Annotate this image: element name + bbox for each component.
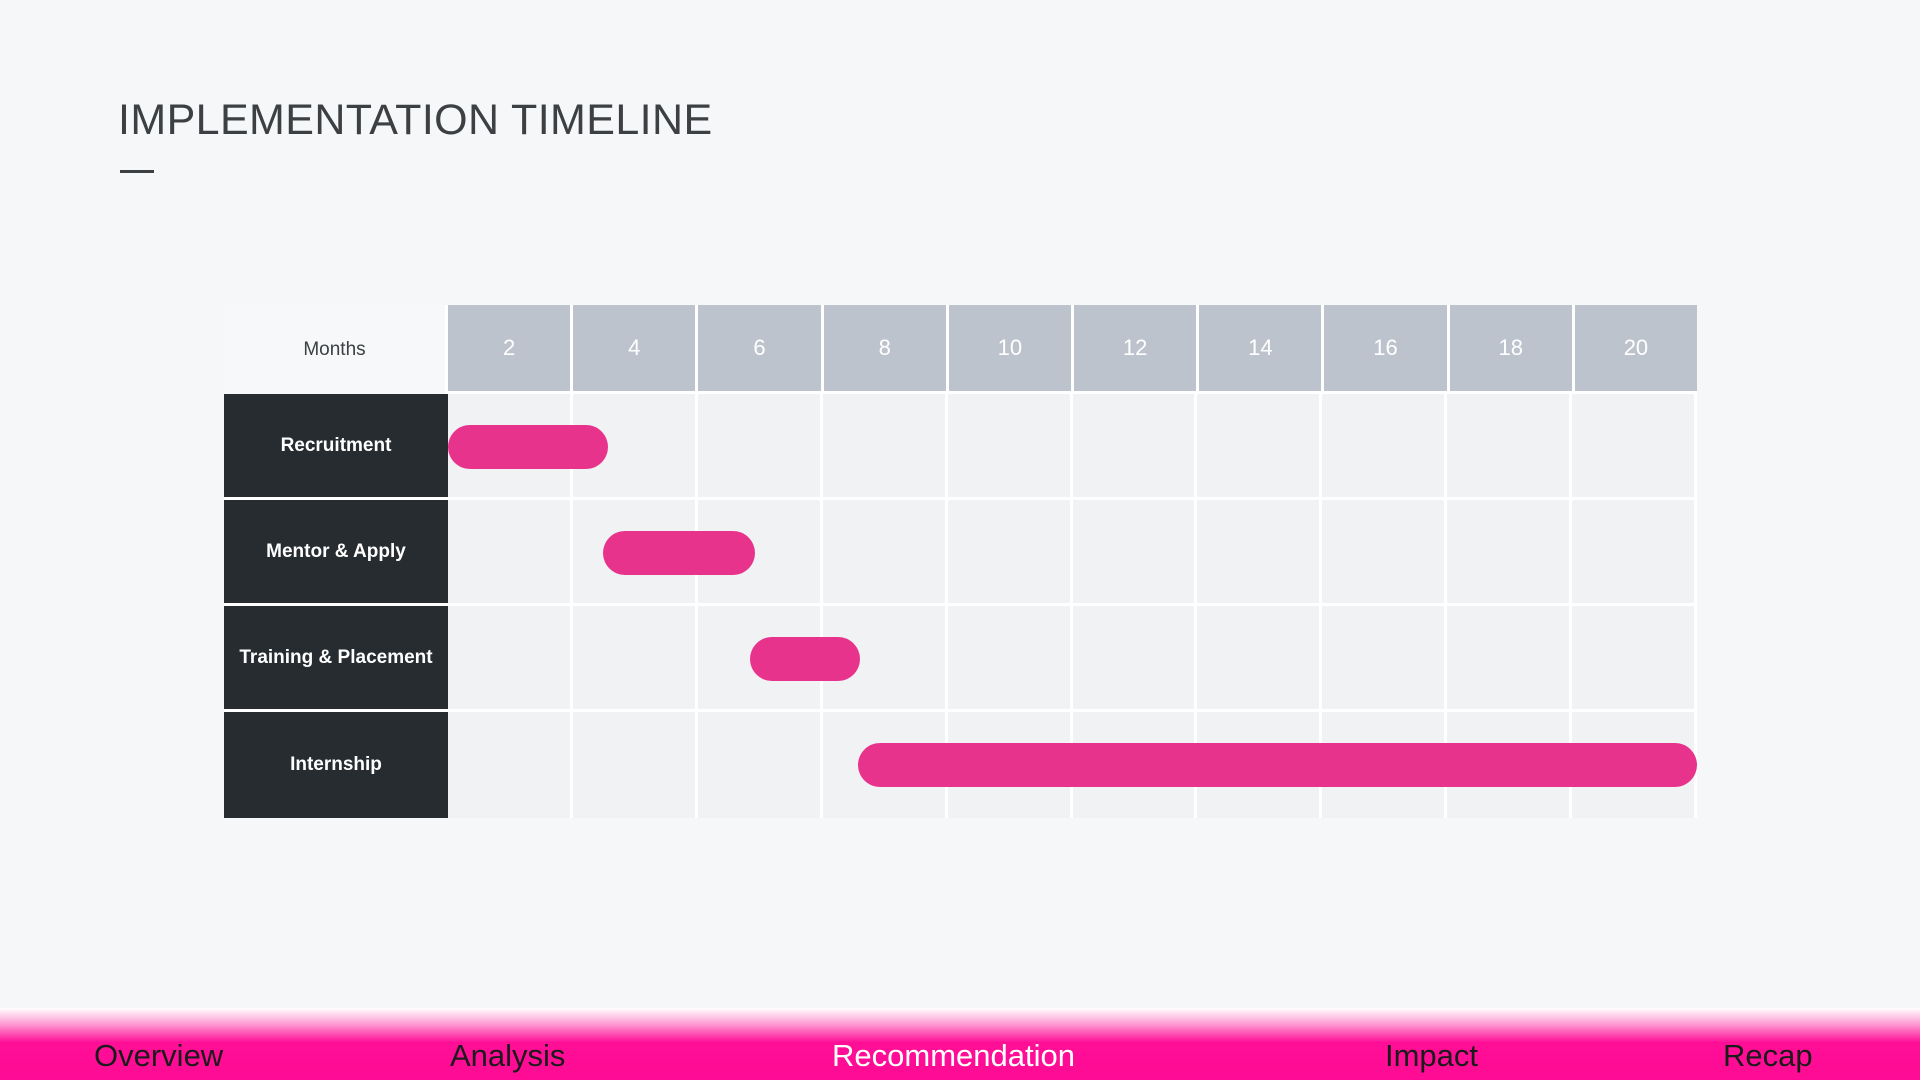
month-column-header: 12: [1074, 305, 1200, 394]
grid-cell: [947, 500, 1073, 606]
grid-cell: [1447, 394, 1573, 500]
grid-cell: [572, 712, 698, 818]
gantt-task-row: Recruitment: [224, 394, 1698, 500]
month-column-header: 20: [1574, 305, 1698, 394]
title-underline-rule: [120, 170, 154, 173]
grid-cell: [1572, 394, 1698, 500]
nav-item-recommendation[interactable]: Recommendation: [832, 1038, 1075, 1074]
grid-cell: [697, 394, 823, 500]
gantt-task-row: Mentor & Apply: [224, 500, 1698, 606]
gantt-header-row: Months 2 4 6 8 10 12 14 16 18 20: [224, 305, 1698, 394]
gantt-task-row: Internship: [224, 712, 1698, 818]
footer-nav-bar: Overview Analysis Recommendation Impact …: [0, 1008, 1920, 1080]
month-column-header: 2: [448, 305, 574, 394]
task-label: Internship: [224, 712, 448, 818]
month-column-header: 8: [823, 305, 949, 394]
month-column-header: 16: [1324, 305, 1450, 394]
month-column-header: 6: [698, 305, 824, 394]
footer-nav-items: Overview Analysis Recommendation Impact …: [0, 1024, 1920, 1080]
grid-cell: [1572, 606, 1698, 712]
month-column-header: 14: [1199, 305, 1325, 394]
month-column-header: 4: [573, 305, 699, 394]
grid-cell: [822, 394, 948, 500]
grid-cell: [947, 394, 1073, 500]
grid-cell: [1197, 394, 1323, 500]
grid-cell: [697, 712, 823, 818]
grid-cell: [1197, 500, 1323, 606]
month-column-header: 10: [948, 305, 1075, 394]
nav-item-overview[interactable]: Overview: [94, 1038, 223, 1074]
gantt-track: [448, 394, 1698, 500]
gantt-bar: [750, 637, 861, 681]
task-label: Mentor & Apply: [224, 500, 448, 606]
grid-cell: [1322, 606, 1448, 712]
task-label: Recruitment: [224, 394, 448, 500]
grid-cell: [1072, 606, 1198, 712]
nav-item-recap[interactable]: Recap: [1723, 1038, 1813, 1074]
page-title: IMPLEMENTATION TIMELINE: [118, 96, 713, 144]
grid-cell: [1072, 500, 1198, 606]
grid-cell: [822, 500, 948, 606]
grid-cell: [448, 500, 573, 606]
grid-cell: [448, 712, 573, 818]
months-axis-label: Months: [224, 305, 448, 394]
gantt-track: [448, 500, 1698, 606]
nav-item-analysis[interactable]: Analysis: [450, 1038, 565, 1074]
gantt-track: [448, 712, 1698, 818]
grid-cell: [1322, 500, 1448, 606]
grid-cell: [1447, 500, 1573, 606]
grid-cell: [572, 606, 698, 712]
month-column-header: 18: [1449, 305, 1575, 394]
grid-cell: [1447, 606, 1573, 712]
grid-cell: [947, 606, 1073, 712]
grid-cell: [1072, 394, 1198, 500]
grid-cell: [1322, 394, 1448, 500]
gantt-task-row: Training & Placement: [224, 606, 1698, 712]
gantt-track: [448, 606, 1698, 712]
grid-cell: [1572, 500, 1698, 606]
gantt-bar: [448, 425, 608, 469]
gantt-header-track: 2 4 6 8 10 12 14 16 18 20: [448, 305, 1698, 394]
nav-item-impact[interactable]: Impact: [1385, 1038, 1478, 1074]
task-label: Training & Placement: [224, 606, 448, 712]
grid-cell: [448, 606, 573, 712]
gantt-bar: [857, 743, 1697, 787]
gantt-bar: [602, 531, 756, 575]
implementation-timeline-gantt-chart: Months 2 4 6 8 10 12 14 16 18 20 Recruit…: [224, 305, 1698, 818]
grid-cell: [1197, 606, 1323, 712]
